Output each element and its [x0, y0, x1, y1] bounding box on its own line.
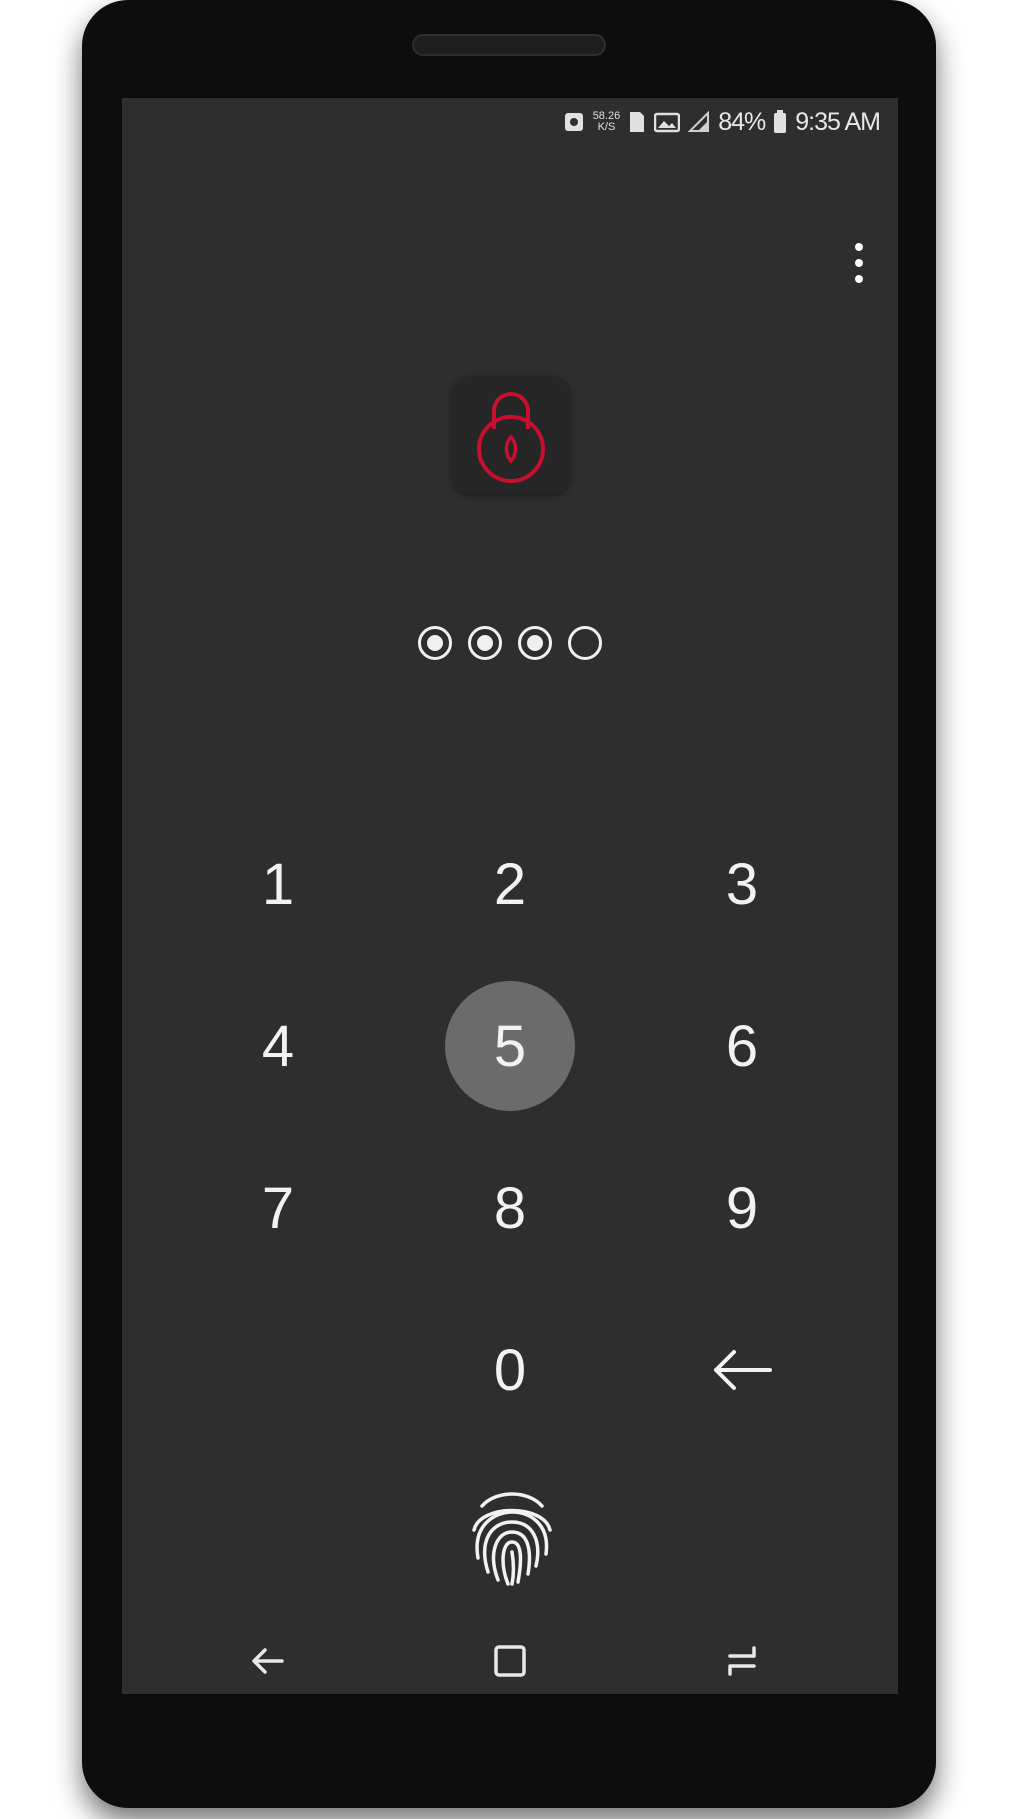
key-2[interactable]: 2 — [445, 819, 575, 949]
key-5[interactable]: 5 — [445, 981, 575, 1111]
home-square-icon — [494, 1645, 526, 1677]
pin-dot-filled — [518, 626, 552, 660]
nav-recents-button[interactable] — [702, 1628, 782, 1694]
key-8[interactable]: 8 — [445, 1143, 575, 1273]
battery-percent: 84% — [718, 107, 766, 136]
status-bar: 58.26 K/S 84% 9:35 AM — [563, 104, 881, 140]
image-icon — [654, 111, 681, 133]
key-7[interactable]: 7 — [213, 1143, 343, 1273]
app-logo — [452, 376, 570, 494]
key-3[interactable]: 3 — [677, 819, 807, 949]
phone-frame: 58.26 K/S 84% 9:35 AM 1 2 3 4 5 6 7 8 9 … — [82, 0, 936, 1808]
more-vert-icon[interactable] — [842, 228, 876, 298]
nav-home-button[interactable] — [470, 1628, 550, 1694]
network-speed: 58.26 K/S — [593, 111, 621, 133]
clock: 9:35 AM — [795, 107, 881, 136]
menu-dot — [855, 275, 863, 283]
earpiece-speaker — [412, 34, 606, 56]
key-9[interactable]: 9 — [677, 1143, 807, 1273]
pin-dot-filled — [418, 626, 452, 660]
key-4[interactable]: 4 — [213, 981, 343, 1111]
backspace-arrow-icon — [714, 1350, 772, 1390]
menu-dot — [855, 259, 863, 267]
network-speed-unit: K/S — [597, 121, 616, 133]
file-icon — [628, 111, 646, 133]
battery-icon — [773, 110, 787, 134]
signal-icon — [688, 111, 710, 133]
fingerprint-button[interactable] — [452, 1476, 572, 1596]
padlock-icon — [477, 392, 545, 483]
key-6[interactable]: 6 — [677, 981, 807, 1111]
back-arrow-icon — [252, 1648, 284, 1674]
backspace-button[interactable] — [677, 1305, 807, 1435]
menu-dot — [855, 243, 863, 251]
pin-dot-empty — [568, 626, 602, 660]
pin-dot-filled — [468, 626, 502, 660]
fingerprint-icon — [472, 1492, 552, 1586]
key-0[interactable]: 0 — [445, 1305, 575, 1435]
lock-screen: 58.26 K/S 84% 9:35 AM 1 2 3 4 5 6 7 8 9 … — [122, 98, 898, 1694]
recents-icon — [728, 1646, 756, 1676]
navigation-bar — [122, 1628, 898, 1694]
pin-indicator — [122, 626, 898, 660]
key-1[interactable]: 1 — [213, 819, 343, 949]
nav-back-button[interactable] — [228, 1628, 308, 1694]
notification-icon — [563, 111, 585, 133]
